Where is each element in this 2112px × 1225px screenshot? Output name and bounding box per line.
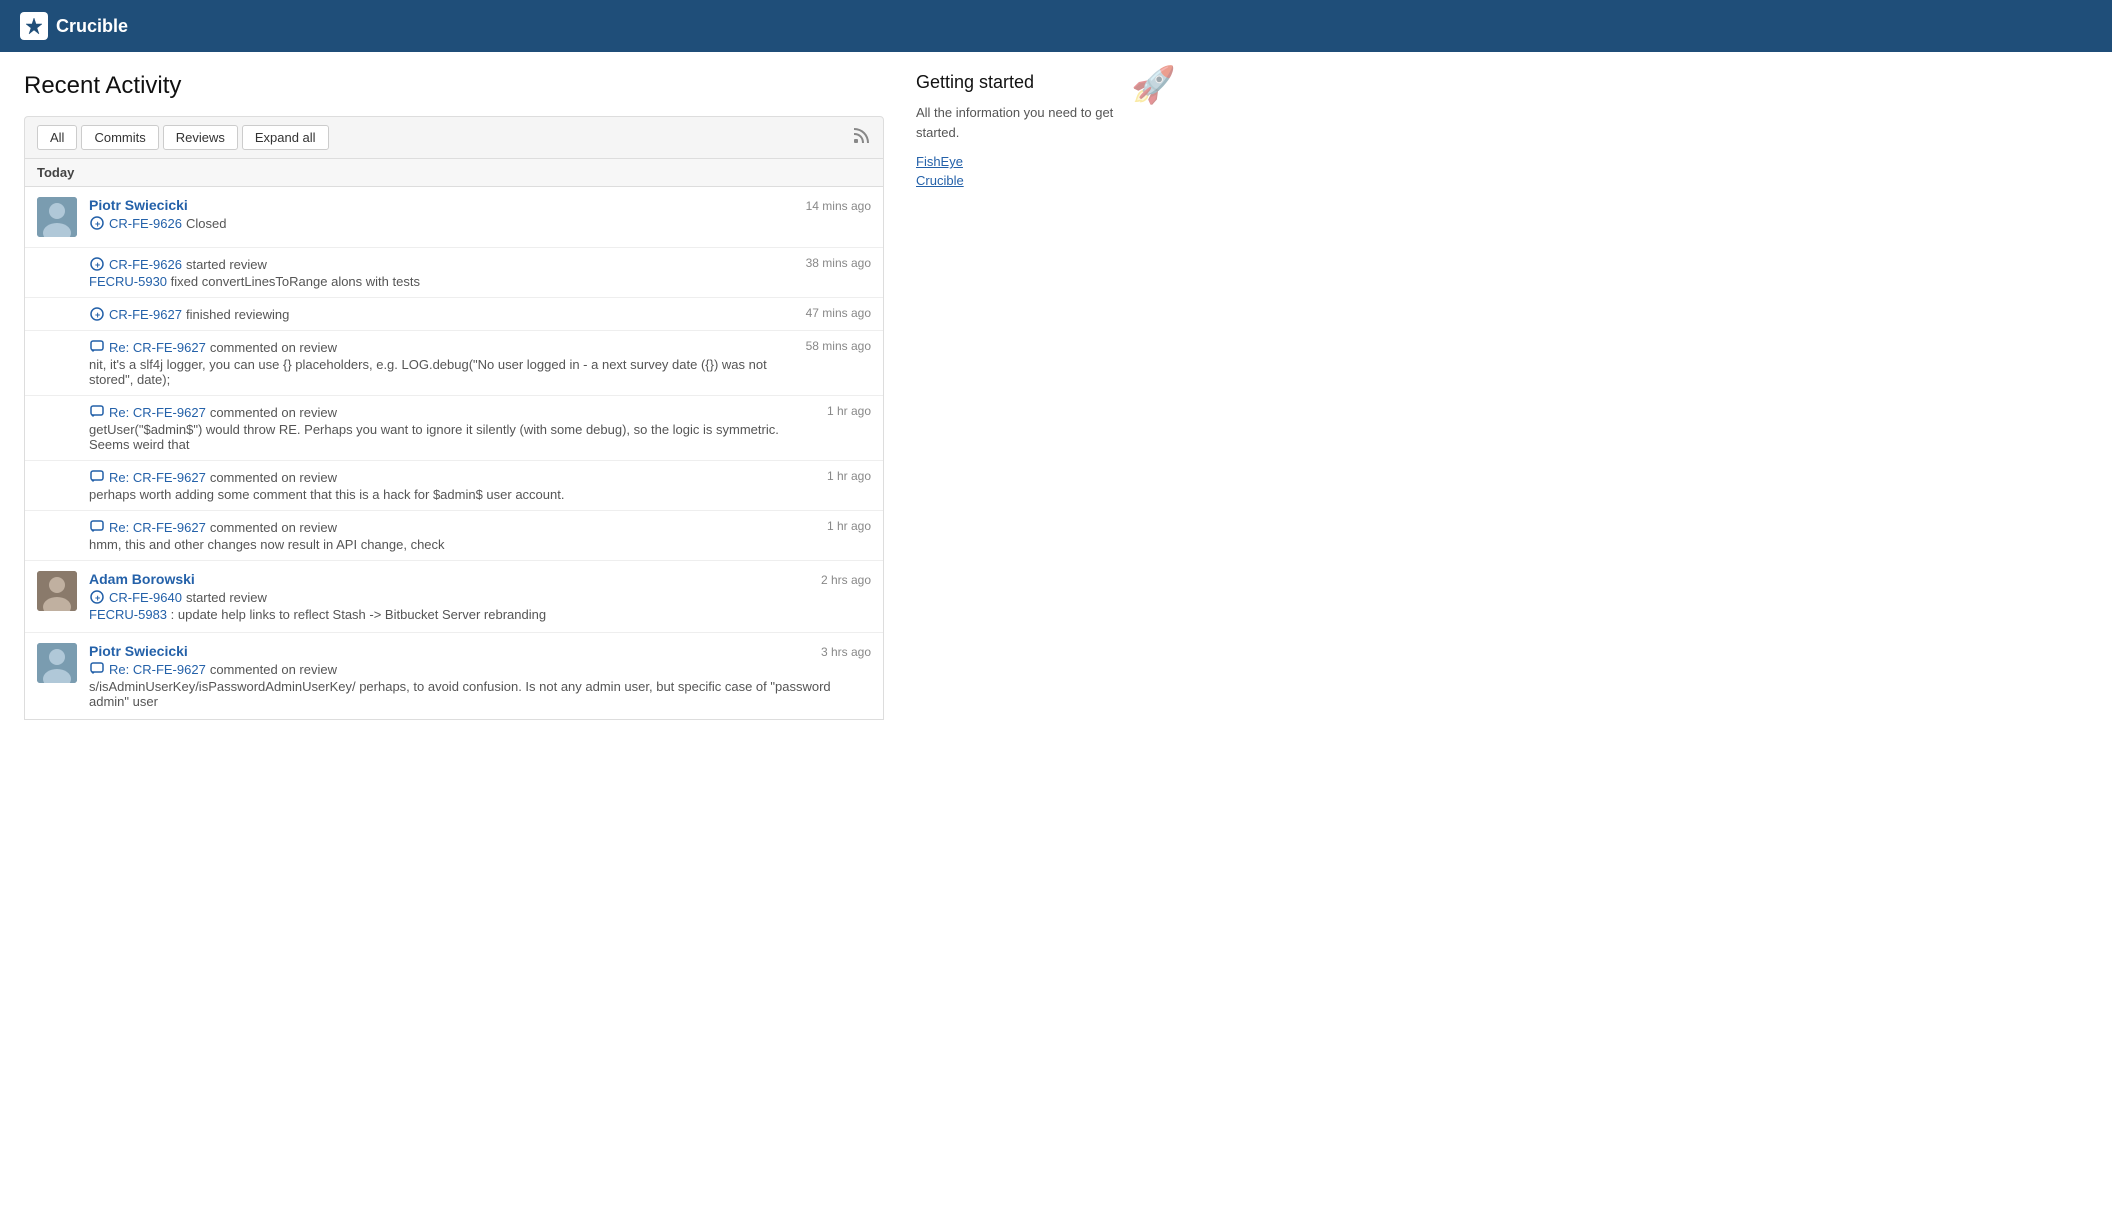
- time-ago: 47 mins ago: [806, 306, 871, 320]
- activity-body: Piotr Swiecicki 14 mins ago + CR-FE-9626…: [89, 197, 871, 231]
- user-name[interactable]: Piotr Swiecicki: [89, 197, 188, 213]
- sub-item-line: Re: CR-FE-9627 commented on review: [89, 469, 815, 485]
- activity-line: + CR-FE-9626 Closed: [89, 215, 871, 231]
- commit-link[interactable]: FECRU-5930: [89, 274, 167, 289]
- sub-item-content: Re: CR-FE-9627 commented on review perha…: [89, 469, 815, 502]
- activity-body: Piotr Swiecicki 3 hrs ago Re: CR-FE-9627…: [89, 643, 871, 709]
- svg-text:+: +: [95, 260, 100, 270]
- sub-item-content: + CR-FE-9626 started review FECRU-5930 f…: [89, 256, 794, 289]
- time-ago: 58 mins ago: [806, 339, 871, 353]
- sidebar: 🚀 Getting started All the information yo…: [916, 72, 1176, 720]
- expand-all-button[interactable]: Expand all: [242, 125, 329, 150]
- sidebar-link-fisheye[interactable]: FishEye: [916, 154, 1176, 169]
- review-id-link[interactable]: CR-FE-9627: [109, 307, 182, 322]
- time-ago: 14 mins ago: [806, 199, 871, 213]
- svg-text:+: +: [95, 310, 100, 320]
- activity-item: Piotr Swiecicki 14 mins ago + CR-FE-9626…: [25, 187, 883, 248]
- re-review-link[interactable]: Re: CR-FE-9627: [109, 340, 206, 355]
- sub-item-line: Re: CR-FE-9627 commented on review: [89, 404, 815, 420]
- comment-icon: [89, 469, 105, 485]
- commit-line: FECRU-5983 : update help links to reflec…: [89, 607, 871, 622]
- review-link[interactable]: CR-FE-9640: [109, 590, 182, 605]
- avatar: [37, 643, 77, 683]
- re-review-link[interactable]: Re: CR-FE-9627: [109, 405, 206, 420]
- review-link[interactable]: CR-FE-9626: [109, 216, 182, 231]
- time-ago: 1 hr ago: [827, 519, 871, 533]
- rocket-icon: 🚀: [1131, 64, 1176, 106]
- sub-activity-item: Re: CR-FE-9627 commented on review perha…: [25, 461, 883, 511]
- sub-activity-item: Re: CR-FE-9627 commented on review nit, …: [25, 331, 883, 396]
- activity-item: Adam Borowski 2 hrs ago + CR-FE-9640 sta…: [25, 561, 883, 633]
- commit-link[interactable]: FECRU-5983: [89, 607, 167, 622]
- app-header: Crucible: [0, 0, 2112, 52]
- sub-item-desc: nit, it's a slf4j logger, you can use {}…: [89, 357, 794, 387]
- sub-item-desc: FECRU-5930 fixed convertLinesToRange alo…: [89, 274, 794, 289]
- sub-item-content: + CR-FE-9627 finished reviewing: [89, 306, 794, 322]
- sub-item-line: + CR-FE-9627 finished reviewing: [89, 306, 794, 322]
- review-id-link[interactable]: CR-FE-9626: [109, 257, 182, 272]
- sub-item-content: Re: CR-FE-9627 commented on review getUs…: [89, 404, 815, 452]
- logo-icon: [20, 12, 48, 40]
- user-name[interactable]: Adam Borowski: [89, 571, 195, 587]
- svg-text:+: +: [95, 219, 100, 229]
- time-ago: 38 mins ago: [806, 256, 871, 270]
- logo[interactable]: Crucible: [20, 12, 128, 40]
- sub-activity-item: + CR-FE-9627 finished reviewing 47 mins …: [25, 298, 883, 331]
- sub-activity-item: + CR-FE-9626 started review FECRU-5930 f…: [25, 248, 883, 298]
- activity-line: + CR-FE-9640 started review: [89, 589, 871, 605]
- review-icon: +: [89, 215, 105, 231]
- user-name[interactable]: Piotr Swiecicki: [89, 643, 188, 659]
- re-review-link[interactable]: Re: CR-FE-9627: [109, 662, 206, 677]
- comment-icon: [89, 661, 105, 677]
- avatar: [37, 571, 77, 611]
- comment-icon: [89, 519, 105, 535]
- filter-reviews-button[interactable]: Reviews: [163, 125, 238, 150]
- app-name: Crucible: [56, 16, 128, 37]
- sub-item-line: Re: CR-FE-9627 commented on review: [89, 339, 794, 355]
- activity-container: Today Piotr Swiecicki 14 mins: [24, 159, 884, 720]
- time-ago: 1 hr ago: [827, 469, 871, 483]
- sidebar-description: All the information you need to get star…: [916, 103, 1176, 142]
- rss-icon[interactable]: [853, 126, 871, 149]
- comment-icon: [89, 339, 105, 355]
- re-review-link[interactable]: Re: CR-FE-9627: [109, 470, 206, 485]
- activity-item: Piotr Swiecicki 3 hrs ago Re: CR-FE-9627…: [25, 633, 883, 719]
- svg-text:+: +: [95, 593, 100, 603]
- review-icon: +: [89, 256, 105, 272]
- sidebar-links: FishEye Crucible: [916, 154, 1176, 188]
- review-icon: +: [89, 306, 105, 322]
- sub-activity-item: Re: CR-FE-9627 commented on review hmm, …: [25, 511, 883, 561]
- comment-icon: [89, 404, 105, 420]
- review-icon: +: [89, 589, 105, 605]
- sub-activity-item: Re: CR-FE-9627 commented on review getUs…: [25, 396, 883, 461]
- filter-commits-button[interactable]: Commits: [81, 125, 158, 150]
- day-header: Today: [25, 159, 883, 187]
- time-ago: 1 hr ago: [827, 404, 871, 418]
- activity-line: Re: CR-FE-9627 commented on review: [89, 661, 871, 677]
- time-ago: 2 hrs ago: [821, 573, 871, 587]
- sub-item-desc: hmm, this and other changes now result i…: [89, 537, 815, 552]
- sub-item-line: + CR-FE-9626 started review: [89, 256, 794, 272]
- filter-all-button[interactable]: All: [37, 125, 77, 150]
- activity-body: Adam Borowski 2 hrs ago + CR-FE-9640 sta…: [89, 571, 871, 622]
- sub-item-desc: getUser("$admin$") would throw RE. Perha…: [89, 422, 815, 452]
- sub-item-content: Re: CR-FE-9627 commented on review nit, …: [89, 339, 794, 387]
- sub-item-desc: perhaps worth adding some comment that t…: [89, 487, 815, 502]
- re-review-link[interactable]: Re: CR-FE-9627: [109, 520, 206, 535]
- sub-item-line: Re: CR-FE-9627 commented on review: [89, 519, 815, 535]
- avatar: [37, 197, 77, 237]
- sub-item-content: Re: CR-FE-9627 commented on review hmm, …: [89, 519, 815, 552]
- filter-bar: All Commits Reviews Expand all: [24, 116, 884, 159]
- time-ago: 3 hrs ago: [821, 645, 871, 659]
- sub-item-desc: s/isAdminUserKey/isPasswordAdminUserKey/…: [89, 679, 871, 709]
- content-area: Recent Activity All Commits Reviews Expa…: [24, 72, 884, 720]
- sidebar-link-crucible[interactable]: Crucible: [916, 173, 1176, 188]
- page-title: Recent Activity: [24, 72, 884, 100]
